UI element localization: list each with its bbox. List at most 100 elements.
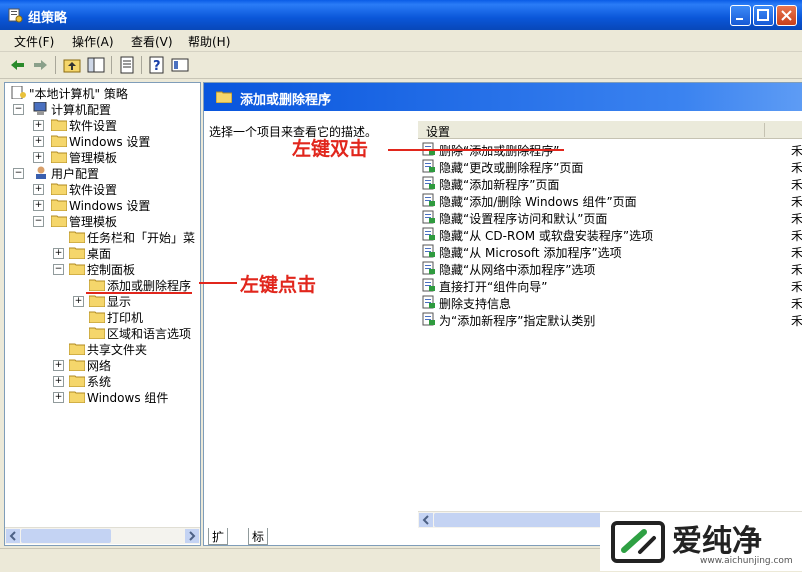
- folder-icon: [69, 391, 85, 403]
- watermark-url: www.aichunjing.com: [700, 556, 793, 566]
- up-folder-icon[interactable]: [62, 55, 82, 75]
- back-icon[interactable]: [8, 55, 28, 75]
- folder-icon: [51, 183, 67, 195]
- folder-icon: [51, 151, 67, 163]
- tree-add-remove-programs[interactable]: 添加或删除程序: [11, 277, 200, 293]
- tree-computer-config[interactable]: − 计算机配置: [11, 101, 200, 117]
- menu-action[interactable]: 操作(A): [72, 33, 114, 50]
- setting-row[interactable]: 直接打开“组件向导” 禾: [418, 277, 802, 294]
- policy-setting-icon: [422, 312, 435, 326]
- tree-uc-admin[interactable]: − 管理模板: [11, 213, 200, 229]
- policy-icon: [11, 86, 26, 99]
- tree-cc-software[interactable]: + 软件设置: [11, 117, 200, 133]
- setting-state: 禾: [791, 161, 802, 175]
- tree-control-panel[interactable]: − 控制面板: [11, 261, 200, 277]
- setting-state: 禾: [791, 195, 802, 209]
- setting-label: 为“添加新程序”指定默认类别: [439, 314, 596, 328]
- folder-icon: [89, 327, 105, 339]
- watermark: 爱纯净 www.aichunjing.com: [600, 512, 802, 571]
- window-title: 组策略: [28, 11, 68, 26]
- tree-display[interactable]: + 显示: [11, 293, 200, 309]
- collapse-toggle[interactable]: −: [13, 104, 24, 115]
- folder-icon: [69, 359, 85, 371]
- setting-label: 直接打开“组件向导”: [439, 280, 548, 294]
- setting-row[interactable]: 隐藏“添加新程序”页面 禾: [418, 175, 802, 192]
- policy-setting-icon: [422, 193, 435, 207]
- menu-view[interactable]: 查看(V): [131, 33, 173, 50]
- column-header-setting[interactable]: 设置: [418, 121, 802, 139]
- policy-setting-icon: [422, 278, 435, 292]
- maximize-button[interactable]: [753, 5, 774, 26]
- tree-desktop[interactable]: + 桌面: [11, 245, 200, 261]
- tree-printers[interactable]: 打印机: [11, 309, 200, 325]
- folder-icon: [51, 119, 67, 131]
- policy-setting-icon: [422, 295, 435, 309]
- setting-row[interactable]: 删除支持信息 禾: [418, 294, 802, 311]
- details-header: 添加或删除程序: [204, 83, 802, 111]
- title-bar: 组策略: [0, 0, 802, 30]
- setting-label: 隐藏“添加新程序”页面: [439, 178, 560, 192]
- setting-label: 隐藏“更改或删除程序”页面: [439, 161, 584, 175]
- setting-label: 隐藏“设置程序访问和默认”页面: [439, 212, 608, 226]
- scroll-left-icon[interactable]: [419, 513, 433, 527]
- setting-row[interactable]: 隐藏“从 CD-ROM 或软盘安装程序”选项 禾: [418, 226, 802, 243]
- setting-row[interactable]: 隐藏“从网络中添加程序”选项 禾: [418, 260, 802, 277]
- minimize-button[interactable]: [730, 5, 751, 26]
- setting-row[interactable]: 为“添加新程序”指定默认类别 禾: [418, 311, 802, 328]
- folder-open-icon: [89, 279, 105, 291]
- menu-help[interactable]: 帮助(H): [188, 33, 230, 50]
- annotation-line-click: [199, 282, 237, 284]
- setting-row[interactable]: 隐藏“添加/删除 Windows 组件”页面 禾: [418, 192, 802, 209]
- annotation-double-click: 左键双击: [292, 138, 369, 160]
- toolbar: ?: [0, 52, 802, 79]
- close-button[interactable]: [776, 5, 797, 26]
- tree-regional[interactable]: 区域和语言选项: [11, 325, 200, 341]
- setting-state: 禾: [791, 144, 802, 158]
- setting-row[interactable]: 隐藏“从 Microsoft 添加程序”选项 禾: [418, 243, 802, 260]
- scroll-left-icon[interactable]: [6, 529, 20, 543]
- setting-row[interactable]: 隐藏“更改或删除程序”页面 禾: [418, 158, 802, 175]
- policy-setting-icon: [422, 210, 435, 224]
- tree-cc-windows[interactable]: + Windows 设置: [11, 133, 200, 149]
- folder-icon: [51, 199, 67, 211]
- annotation-underline-click: [86, 292, 192, 294]
- policy-setting-icon: [422, 227, 435, 241]
- tree-network[interactable]: + 网络: [11, 357, 200, 373]
- tab-extended[interactable]: 扩展: [208, 528, 229, 561]
- properties-icon[interactable]: [170, 55, 190, 75]
- scroll-thumb[interactable]: [21, 529, 111, 543]
- tree-windows-components[interactable]: + Windows 组件: [11, 389, 200, 405]
- folder-open-icon: [69, 263, 85, 275]
- setting-state: 禾: [791, 229, 802, 243]
- policy-setting-icon: [422, 159, 435, 173]
- show-tree-icon[interactable]: [86, 55, 106, 75]
- computer-icon: [33, 102, 47, 115]
- scroll-right-icon[interactable]: [185, 529, 199, 543]
- tree-user-config[interactable]: − 用户配置: [11, 165, 200, 181]
- tree-shared-folders[interactable]: 共享文件夹: [11, 341, 200, 357]
- setting-state: 禾: [791, 212, 802, 226]
- tree-root[interactable]: "本地计算机" 策略: [11, 85, 200, 101]
- menu-bar: 文件(F) 操作(A) 查看(V) 帮助(H): [0, 30, 802, 52]
- menu-file[interactable]: 文件(F): [14, 33, 54, 50]
- setting-state: 禾: [791, 280, 802, 294]
- tree-horizontal-scrollbar[interactable]: [5, 527, 200, 544]
- tree-system[interactable]: + 系统: [11, 373, 200, 389]
- help-icon[interactable]: ?: [147, 55, 167, 75]
- export-list-icon[interactable]: [117, 55, 137, 75]
- settings-list: 设置 删除“添加或删除程序” 禾隐藏“更改或删除程序”页面禾隐藏“添加新程序”页面…: [418, 119, 802, 509]
- setting-row[interactable]: 隐藏“设置程序访问和默认”页面 禾: [418, 209, 802, 226]
- group-policy-icon: [8, 8, 23, 23]
- close-icon: [781, 10, 792, 21]
- tab-standard[interactable]: 标准: [248, 528, 269, 561]
- folder-icon: [89, 295, 105, 307]
- setting-label: 隐藏“从 CD-ROM 或软盘安装程序”选项: [439, 229, 654, 243]
- tree-taskbar[interactable]: 任务栏和「开始」菜: [11, 229, 200, 245]
- tree-uc-software[interactable]: + 软件设置: [11, 181, 200, 197]
- tree-cc-admin[interactable]: + 管理模板: [11, 149, 200, 165]
- tree-uc-windows[interactable]: + Windows 设置: [11, 197, 200, 213]
- setting-label: 隐藏“添加/删除 Windows 组件”页面: [439, 195, 637, 209]
- setting-state: 禾: [791, 246, 802, 260]
- user-icon: [36, 166, 46, 179]
- forward-icon[interactable]: [30, 55, 50, 75]
